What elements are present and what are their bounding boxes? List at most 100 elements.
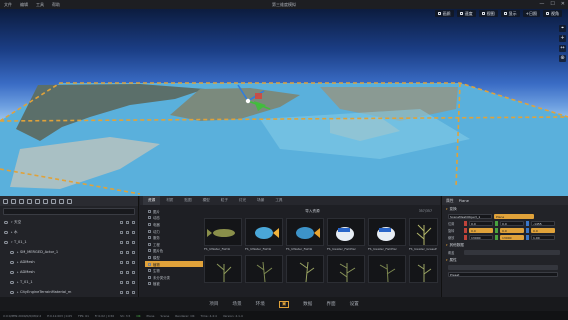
category-item[interactable]: 服务 <box>145 234 203 241</box>
tab-textures[interactable]: 贴图 <box>179 196 196 205</box>
rotation-z-field[interactable]: 0.0 <box>531 228 555 233</box>
scale-y-field[interactable]: 13000 <box>500 235 524 240</box>
check-icon[interactable] <box>126 260 129 264</box>
3d-viewport[interactable]: 画质 速度 视图 显示 +日照 视角 ⌖ + ↔ ⊕ <box>0 9 568 196</box>
visibility-toggle-icon[interactable] <box>4 240 8 244</box>
section-extra-data[interactable]: ▾ 其他数据 <box>442 241 568 249</box>
visibility-toggle-icon[interactable] <box>10 260 14 264</box>
category-item[interactable]: 模型 <box>145 254 203 261</box>
focus-icon[interactable]: ⌖ <box>559 25 566 32</box>
asset-tile[interactable] <box>368 255 406 289</box>
asset-tile[interactable] <box>286 255 324 289</box>
remove-icon[interactable] <box>132 260 135 264</box>
tab-materials[interactable]: 材质 <box>161 196 178 205</box>
nav-project[interactable]: 项目 <box>209 301 218 307</box>
asset-tile[interactable] <box>245 255 283 289</box>
remove-icon[interactable] <box>132 280 135 284</box>
category-item[interactable]: 工程 <box>145 241 203 248</box>
maximize-button[interactable]: ☐ <box>550 1 554 7</box>
edit-icon[interactable] <box>120 290 123 294</box>
view-button[interactable]: 视图 <box>478 10 498 17</box>
edit-icon[interactable] <box>120 260 123 264</box>
check-icon[interactable] <box>126 220 129 224</box>
hierarchy-search-input[interactable] <box>3 208 135 215</box>
edit-icon[interactable] <box>120 280 123 284</box>
rotation-y-field[interactable]: 0.0 <box>500 228 524 233</box>
minimize-button[interactable]: — <box>539 1 544 7</box>
category-item[interactable]: 图片 <box>145 208 203 215</box>
category-item[interactable]: 动力 <box>145 228 203 235</box>
section-transform[interactable]: ▾ 变换 <box>442 205 568 213</box>
menu-file[interactable]: 文件 <box>4 2 12 8</box>
zoom-in-icon[interactable]: + <box>559 35 566 42</box>
nav-scene[interactable]: 场景 <box>232 301 241 307</box>
check-icon[interactable] <box>126 270 129 274</box>
hierarchy-row[interactable]: ▾ 天空 <box>0 217 138 227</box>
daylight-button[interactable]: +日照 <box>522 10 540 17</box>
attribute-bar[interactable] <box>448 265 558 270</box>
position-x-field[interactable]: 0.0 <box>469 221 493 226</box>
asset-tile[interactable]: FS_Uwater_FishPlar <box>327 218 365 252</box>
hierarchy-row[interactable]: ▸ T_01_1 <box>0 277 138 287</box>
check-icon[interactable] <box>126 280 129 284</box>
edit-icon[interactable] <box>120 270 123 274</box>
edit-icon[interactable] <box>120 220 123 224</box>
remove-icon[interactable] <box>132 250 135 254</box>
mesh-field[interactable]: SceneMeshObject_1 <box>448 214 492 219</box>
speed-button[interactable]: 速度 <box>456 10 476 17</box>
category-item[interactable]: 动态 <box>145 215 203 222</box>
hierarchy-row[interactable]: ▸ ADMesh <box>0 257 138 267</box>
object-name-field[interactable]: Plane <box>494 214 534 219</box>
category-item[interactable]: 植被 <box>145 281 203 288</box>
copy-icon[interactable] <box>19 198 24 204</box>
scene-canvas[interactable] <box>0 9 568 196</box>
asset-tile[interactable] <box>409 255 438 289</box>
remove-icon[interactable] <box>132 270 135 274</box>
visibility-toggle-icon[interactable] <box>10 270 14 274</box>
remove-icon[interactable] <box>132 240 135 244</box>
visibility-toggle-icon[interactable] <box>10 290 14 294</box>
tab-particles[interactable]: 粒子 <box>216 196 233 205</box>
section-attributes[interactable]: ▾ 属性 <box>442 256 568 264</box>
check-icon[interactable] <box>126 230 129 234</box>
menu-edit[interactable]: 编辑 <box>20 2 28 8</box>
quality-button[interactable]: 画质 <box>434 10 454 17</box>
visibility-toggle-icon[interactable] <box>10 280 14 284</box>
tab-models[interactable]: 模型 <box>198 196 215 205</box>
category-item[interactable]: 电器 <box>145 221 203 228</box>
overlay-field[interactable] <box>464 250 560 255</box>
add-icon[interactable] <box>3 198 8 204</box>
preset-field[interactable]: Preset <box>448 272 558 277</box>
tab-lights[interactable]: 灯光 <box>234 196 251 205</box>
filter-icon[interactable] <box>43 198 48 204</box>
import-assets-button[interactable]: 导入资源 <box>206 209 419 214</box>
scale-z-field[interactable]: 1.00 <box>531 235 555 240</box>
hierarchy-row[interactable]: ▾ T_01_1 <box>0 237 138 247</box>
hierarchy-row[interactable]: ▸ 水 <box>0 227 138 237</box>
category-item[interactable]: 图片色 <box>145 248 203 255</box>
edit-icon[interactable] <box>120 230 123 234</box>
visibility-toggle-icon[interactable] <box>4 230 8 234</box>
nav-data[interactable]: 数据 <box>303 301 312 307</box>
nav-environment[interactable]: 环境 <box>256 301 265 307</box>
menu-tools[interactable]: 工具 <box>36 2 44 8</box>
tab-scenes[interactable]: 场景 <box>252 196 269 205</box>
nav-interface[interactable]: 界面 <box>326 301 335 307</box>
visibility-icon[interactable] <box>59 198 64 204</box>
asset-tile[interactable]: FS_UWater_FishSl <box>286 218 324 252</box>
display-button[interactable]: 显示 <box>500 10 520 17</box>
camera-angle-button[interactable]: 视角 <box>543 10 562 17</box>
hierarchy-row[interactable]: ▸ SM_MERGED_Actor_1 <box>0 247 138 257</box>
edit-icon[interactable] <box>120 240 123 244</box>
visibility-toggle-icon[interactable] <box>10 250 14 254</box>
visibility-toggle-icon[interactable] <box>4 220 8 224</box>
nav-settings[interactable]: 设置 <box>350 301 359 307</box>
close-button[interactable]: ✕ <box>561 1 565 7</box>
edit-icon[interactable] <box>120 250 123 254</box>
folder-icon[interactable] <box>27 198 32 204</box>
asset-tile[interactable] <box>327 255 365 289</box>
remove-icon[interactable] <box>132 220 135 224</box>
nav-layout-icon[interactable]: ▣ <box>278 300 290 308</box>
asset-tile[interactable]: FS_UWater_FishSl <box>204 218 242 252</box>
asset-tile[interactable]: FS_UWater_FishSl <box>245 218 283 252</box>
